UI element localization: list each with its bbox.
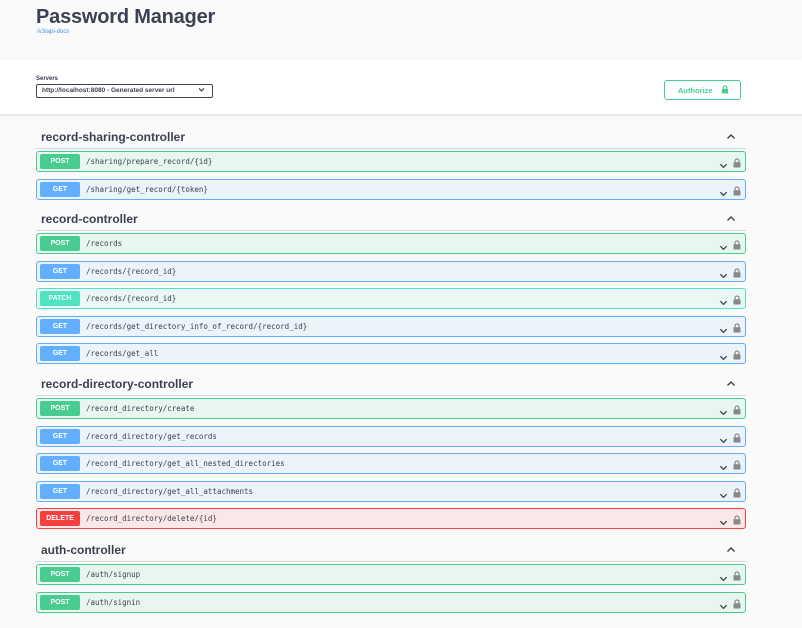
servers-select[interactable]: http://localhost:8080 - Generated server…: [36, 84, 213, 98]
tag-name: record-directory-controller: [41, 377, 194, 391]
chevron-up-icon[interactable]: [726, 376, 736, 386]
lock-icon[interactable]: [733, 347, 741, 360]
lock-icon[interactable]: [733, 183, 741, 195]
lock-icon[interactable]: [733, 457, 741, 470]
authorize-label: Authorize: [678, 86, 713, 95]
tag-divider: [36, 561, 746, 562]
servers-label: Servers: [36, 76, 59, 82]
operation-post[interactable]: POST/auth/signin: [36, 591, 746, 613]
chevron-down-icon[interactable]: [719, 514, 728, 526]
operation-path: /records/get_directory_info_of_record/{r…: [86, 321, 308, 331]
chevron-down-icon[interactable]: [719, 185, 728, 196]
chevron-down-icon[interactable]: [719, 349, 728, 361]
tag-section-record-directory-controller[interactable]: record-directory-controller: [36, 373, 746, 395]
method-badge: POST: [40, 401, 80, 416]
tag-name: record-sharing-controller: [41, 130, 186, 144]
chevron-down-icon[interactable]: [719, 294, 728, 306]
chevron-down-icon[interactable]: [719, 459, 728, 471]
operation-post[interactable]: POST/auth/signup: [36, 564, 746, 585]
api-docs-link[interactable]: /v3/api-docs: [37, 29, 69, 35]
method-badge: GET: [40, 346, 80, 361]
operation-get[interactable]: GET/record_directory/get_records: [36, 425, 746, 447]
operation-path: /records: [86, 239, 123, 248]
operation-path: /record_directory/create: [86, 404, 195, 413]
chevron-down-icon[interactable]: [719, 322, 728, 333]
operation-patch[interactable]: PATCH/records/{record_id}: [36, 288, 746, 309]
method-badge: POST: [40, 154, 80, 169]
tag-name: record-controller: [41, 212, 138, 226]
chevron-up-icon[interactable]: [726, 129, 736, 139]
method-badge: GET: [40, 263, 80, 279]
chevron-down-icon[interactable]: [719, 157, 728, 169]
tag-section-record-sharing-controller[interactable]: record-sharing-controller: [36, 126, 746, 148]
lock-icon: [721, 85, 729, 94]
lock-icon[interactable]: [733, 237, 741, 250]
lock-icon[interactable]: [733, 320, 741, 332]
operation-get[interactable]: GET/records/{record_id}: [36, 260, 746, 282]
tag-name: auth-controller: [41, 543, 126, 557]
operation-get[interactable]: GET/record_directory/get_all_attachments: [36, 480, 746, 502]
operation-path: /record_directory/get_all_nested_directo…: [86, 459, 285, 468]
method-badge: POST: [40, 567, 80, 582]
lock-icon[interactable]: [733, 512, 741, 525]
chevron-up-icon[interactable]: [726, 211, 736, 221]
tag-section-record-controller[interactable]: record-controller: [36, 208, 746, 230]
method-badge: GET: [40, 456, 80, 471]
method-badge: GET: [40, 428, 80, 444]
method-badge: DELETE: [40, 511, 80, 526]
chevron-down-icon[interactable]: [719, 598, 728, 609]
authorize-button[interactable]: Authorize: [664, 80, 741, 100]
operation-post[interactable]: POST/record_directory/create: [36, 398, 746, 419]
operation-get[interactable]: GET/sharing/get_record/{token}: [36, 178, 746, 200]
tag-divider: [36, 395, 746, 396]
operation-path: /record_directory/get_records: [86, 431, 217, 441]
tag-divider: [36, 148, 746, 149]
method-badge: GET: [40, 483, 80, 499]
chevron-down-icon[interactable]: [719, 267, 728, 278]
chevron-down-icon[interactable]: [719, 239, 728, 251]
operation-path: /record_directory/get_all_attachments: [86, 486, 254, 496]
operation-path: /records/{record_id}: [86, 266, 177, 276]
lock-icon[interactable]: [733, 485, 741, 497]
page-title: Password Manager: [36, 6, 216, 28]
operation-path: /sharing/get_record/{token}: [86, 184, 208, 194]
operation-path: /records/get_all: [86, 349, 159, 358]
lock-icon[interactable]: [733, 155, 741, 168]
chevron-down-icon[interactable]: [719, 404, 728, 416]
operation-path: /record_directory/delete/{id}: [86, 514, 217, 523]
operation-get[interactable]: GET/records/get_all: [36, 343, 746, 364]
operation-path: /auth/signup: [86, 570, 141, 579]
chevron-down-icon[interactable]: [719, 570, 728, 582]
method-badge: PATCH: [40, 291, 80, 306]
lock-icon[interactable]: [733, 596, 741, 608]
operation-get[interactable]: GET/records/get_directory_info_of_record…: [36, 315, 746, 337]
chevron-down-icon[interactable]: [719, 432, 728, 443]
lock-icon[interactable]: [733, 568, 741, 581]
method-badge: GET: [40, 318, 80, 334]
operation-post[interactable]: POST/sharing/prepare_record/{id}: [36, 151, 746, 172]
lock-icon[interactable]: [733, 402, 741, 415]
method-badge: POST: [40, 236, 80, 251]
operation-post[interactable]: POST/records: [36, 233, 746, 254]
lock-icon[interactable]: [733, 265, 741, 277]
operation-delete[interactable]: DELETE/record_directory/delete/{id}: [36, 508, 746, 529]
chevron-down-icon[interactable]: [719, 487, 728, 498]
servers-selected-value: http://localhost:8080 - Generated server…: [42, 87, 175, 94]
tag-divider: [36, 230, 746, 231]
operation-path: /auth/signin: [86, 597, 141, 607]
chevron-down-icon: [198, 86, 205, 95]
lock-icon[interactable]: [733, 292, 741, 305]
tag-section-auth-controller[interactable]: auth-controller: [36, 539, 746, 561]
operation-path: /records/{record_id}: [86, 294, 177, 303]
method-badge: POST: [40, 594, 80, 610]
method-badge: GET: [40, 181, 80, 197]
operation-get[interactable]: GET/record_directory/get_all_nested_dire…: [36, 453, 746, 474]
lock-icon[interactable]: [733, 430, 741, 442]
chevron-up-icon[interactable]: [726, 542, 736, 552]
operation-path: /sharing/prepare_record/{id}: [86, 157, 213, 166]
